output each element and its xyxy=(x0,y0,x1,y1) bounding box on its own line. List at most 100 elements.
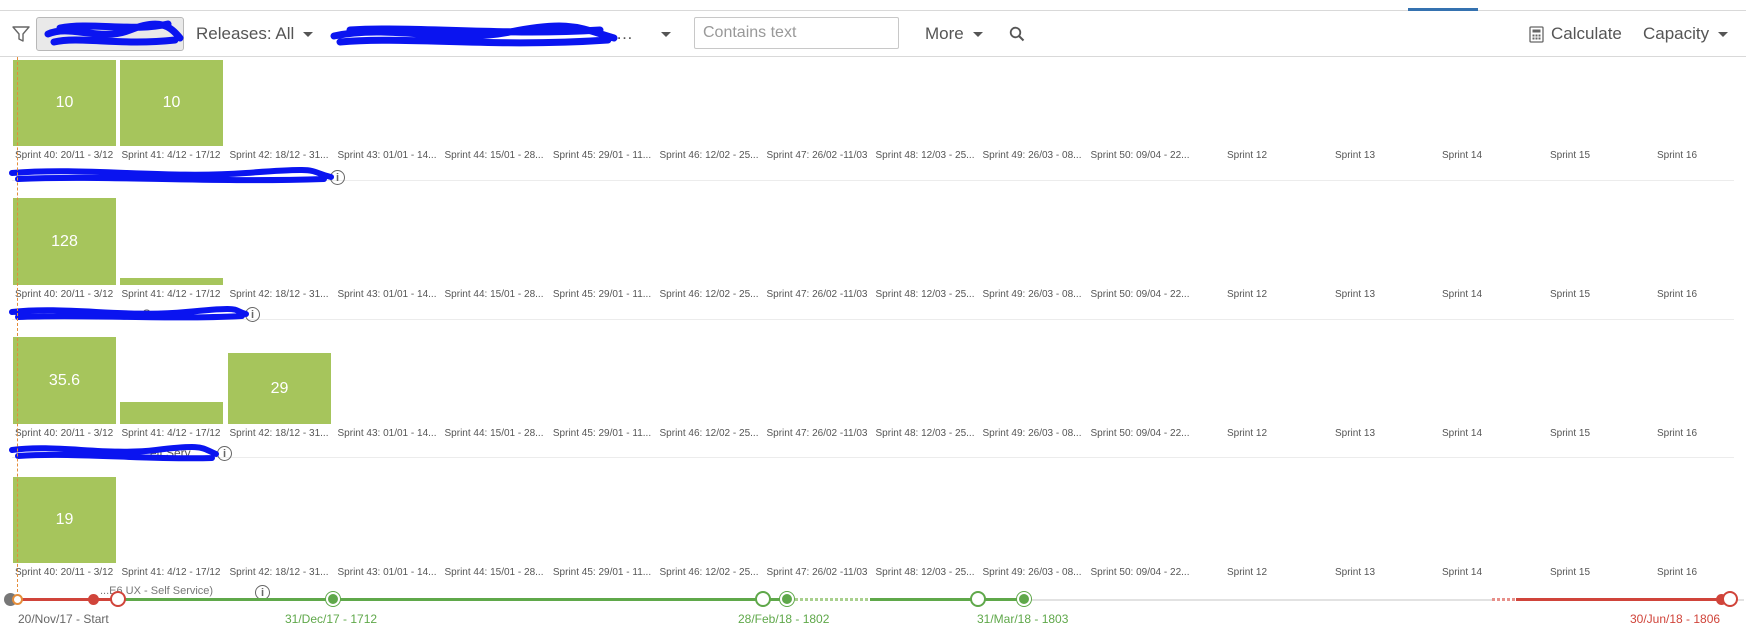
sprint-label: Sprint 49: 26/03 - 08... xyxy=(982,567,1082,578)
bar-value: 10 xyxy=(55,94,74,111)
sprint-label: Sprint 47: 26/02 -11/03 xyxy=(766,567,868,578)
sprint-label: Sprint 13 xyxy=(1334,567,1376,578)
sprint-label: Sprint 40: 20/11 - 3/12 xyxy=(15,428,114,439)
more-dropdown[interactable]: More xyxy=(925,12,983,56)
sprint-label: Sprint 47: 26/02 -11/03 xyxy=(766,428,868,439)
sprint-label: Sprint 15 xyxy=(1549,428,1591,439)
sprint-label: Sprint 44: 15/01 - 28... xyxy=(444,150,544,161)
sprint-label: Sprint 46: 12/02 - 25... xyxy=(659,428,759,439)
sprint-label: Sprint 40: 20/11 - 3/12 xyxy=(15,150,114,161)
sprint-label: Sprint 16 xyxy=(1656,567,1698,578)
sprint-label: Sprint 12 xyxy=(1226,428,1268,439)
info-icon[interactable]: i xyxy=(245,307,260,322)
sprint-label: Sprint 46: 12/02 - 25... xyxy=(659,567,759,578)
release-node[interactable] xyxy=(326,592,340,606)
search-icon[interactable] xyxy=(1009,12,1025,56)
sprint-label: Sprint 14 xyxy=(1441,289,1483,300)
contains-text-input[interactable] xyxy=(694,17,899,49)
sprint-label: Sprint 13 xyxy=(1334,428,1376,439)
timeline-segment xyxy=(14,598,118,601)
sprint-label: Sprint 16 xyxy=(1656,289,1698,300)
sprint-label: Sprint 42: 18/12 - 31... xyxy=(229,289,329,300)
release-node[interactable] xyxy=(1722,591,1738,607)
release-label[interactable]: 28/Feb/18 - 1802 xyxy=(738,612,829,626)
release-node[interactable] xyxy=(970,591,986,607)
release-node[interactable] xyxy=(110,591,126,607)
redaction-scribble xyxy=(9,167,334,184)
info-icon[interactable]: i xyxy=(217,446,232,461)
sprint-label: Sprint 40: 20/11 - 3/12 xyxy=(15,567,114,578)
sprint-label: Sprint 12 xyxy=(1226,289,1268,300)
sprint-label: Sprint 48: 12/03 - 25... xyxy=(875,289,975,300)
release-label[interactable]: 30/Jun/18 - 1806 xyxy=(1630,612,1720,626)
capacity-bar[interactable]: 19 xyxy=(13,477,116,563)
sprint-label: Sprint 43: 01/01 - 14... xyxy=(337,567,437,578)
info-icon[interactable]: i xyxy=(330,170,345,185)
release-node[interactable] xyxy=(1017,592,1031,606)
sprint-label: Sprint 49: 26/03 - 08... xyxy=(982,289,1082,300)
sprint-label: Sprint 42: 18/12 - 31... xyxy=(229,567,329,578)
row-separator xyxy=(12,457,1734,458)
sprint-label: Sprint 43: 01/01 - 14... xyxy=(337,150,437,161)
sprint-label: Sprint 50: 09/04 - 22... xyxy=(1090,567,1190,578)
chevron-down-icon xyxy=(303,31,314,37)
bar-value: 29 xyxy=(270,379,289,397)
selected-plan-filter[interactable] xyxy=(36,17,184,51)
release-node[interactable] xyxy=(755,591,771,607)
capacity-bar[interactable] xyxy=(120,402,223,424)
sprint-label: Sprint 41: 4/12 - 17/12 xyxy=(121,289,221,300)
sprint-label: Sprint 14 xyxy=(1441,150,1483,161)
sprint-label: Sprint 12 xyxy=(1226,567,1268,578)
capacity-dropdown[interactable]: Capacity xyxy=(1643,12,1729,56)
sprint-label: Sprint 45: 29/01 - 11... xyxy=(552,289,652,300)
calculator-icon xyxy=(1529,25,1544,43)
capacity-bar[interactable]: 10 xyxy=(13,60,116,146)
teams-dropdown[interactable]: … xyxy=(330,12,676,56)
timeline-segment xyxy=(870,598,1025,601)
sprint-label: Sprint 16 xyxy=(1656,150,1698,161)
sprint-label: Sprint 48: 12/03 - 25... xyxy=(875,567,975,578)
sprint-label: Sprint 49: 26/03 - 08... xyxy=(982,428,1082,439)
sprint-label: Sprint 45: 29/01 - 11... xyxy=(552,567,652,578)
releases-label: Releases: All xyxy=(196,24,295,43)
sprint-label: Sprint 40: 20/11 - 3/12 xyxy=(15,289,114,300)
capacity-bar[interactable]: 10 xyxy=(120,60,223,146)
capacity-bar[interactable] xyxy=(120,278,223,285)
sprint-label: Sprint 50: 09/04 - 22... xyxy=(1090,428,1190,439)
calculate-button[interactable]: Calculate xyxy=(1529,12,1622,56)
teams-label: … xyxy=(616,24,633,43)
capacity-label: Capacity xyxy=(1643,24,1710,43)
sprint-label: Sprint 49: 26/03 - 08... xyxy=(982,150,1082,161)
sprint-label: Sprint 16 xyxy=(1656,428,1698,439)
sprint-label: Sprint 43: 01/01 - 14... xyxy=(337,428,437,439)
today-node xyxy=(12,594,23,605)
row-separator xyxy=(12,180,1734,181)
capacity-bar[interactable]: 128 xyxy=(13,198,116,285)
sprint-label: Sprint 46: 12/02 - 25... xyxy=(659,289,759,300)
sprint-label: Sprint 44: 15/01 - 28... xyxy=(444,428,544,439)
filter-icon[interactable] xyxy=(10,12,32,56)
bar-value: 19 xyxy=(55,511,74,528)
sprint-label: Sprint 50: 09/04 - 22... xyxy=(1090,289,1190,300)
sprint-label: Sprint 44: 15/01 - 28... xyxy=(444,289,544,300)
timeline-segment-hatched xyxy=(1492,598,1516,601)
sprint-label: Sprint 45: 29/01 - 11... xyxy=(552,428,652,439)
timeline-start-label: 20/Nov/17 - Start xyxy=(18,612,109,626)
redaction-scribble xyxy=(9,305,249,321)
release-timeline: 20/Nov/17 - Start 31/Dec/17 - 1712 28/Fe… xyxy=(0,590,1746,643)
sprint-label: Sprint 46: 12/02 - 25... xyxy=(659,150,759,161)
sprint-node[interactable] xyxy=(88,594,99,605)
timeline-segment xyxy=(1516,598,1732,601)
sprint-label: Sprint 47: 26/02 -11/03 xyxy=(766,150,868,161)
release-label[interactable]: 31/Mar/18 - 1803 xyxy=(977,612,1068,626)
capacity-bar[interactable]: 29 xyxy=(228,353,331,424)
bar-value: 35.6 xyxy=(48,371,81,389)
chevron-down-icon xyxy=(1718,31,1729,37)
sprint-label: Sprint 41: 4/12 - 17/12 xyxy=(121,567,221,578)
release-label[interactable]: 31/Dec/17 - 1712 xyxy=(285,612,377,626)
capacity-bar[interactable]: 35.6 xyxy=(13,337,116,424)
timeline-segment-hatched xyxy=(790,598,870,601)
release-node[interactable] xyxy=(780,592,794,606)
releases-dropdown[interactable]: Releases: All xyxy=(196,12,314,56)
sprint-label: Sprint 14 xyxy=(1441,567,1483,578)
